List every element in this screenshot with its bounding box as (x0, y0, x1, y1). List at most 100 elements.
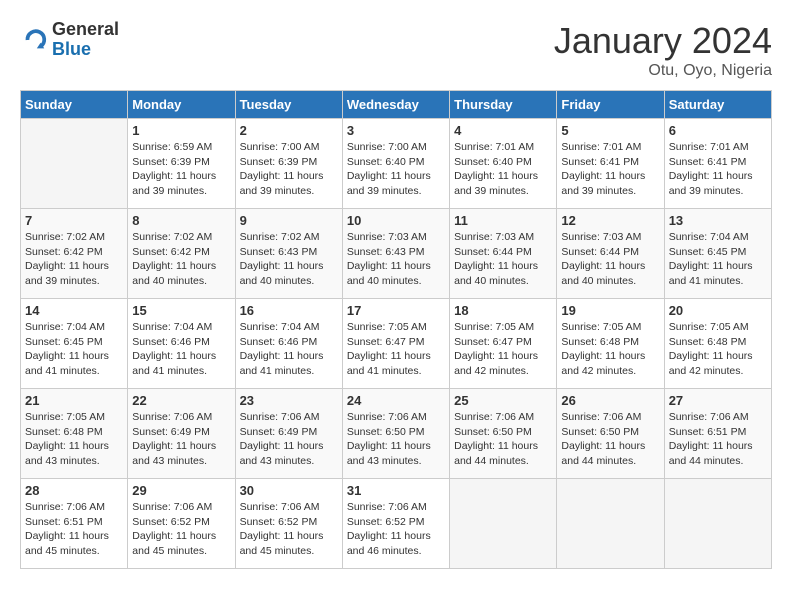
calendar-cell (557, 479, 664, 569)
column-header-tuesday: Tuesday (235, 91, 342, 119)
column-header-monday: Monday (128, 91, 235, 119)
day-info: Sunrise: 7:03 AMSunset: 6:44 PMDaylight:… (561, 230, 659, 289)
calendar-cell: 4 Sunrise: 7:01 AMSunset: 6:40 PMDaylight… (450, 119, 557, 209)
day-info: Sunrise: 7:05 AMSunset: 6:48 PMDaylight:… (561, 320, 659, 379)
calendar-cell: 31Sunrise: 7:06 AMSunset: 6:52 PMDayligh… (342, 479, 449, 569)
calendar-cell: 10 Sunrise: 7:03 AMSunset: 6:43 PMDayligh… (342, 209, 449, 299)
day-number: 7 (25, 213, 123, 228)
day-number: 28 (25, 483, 123, 498)
calendar-cell: 14 Sunrise: 7:04 AMSunset: 6:45 PMDayligh… (21, 299, 128, 389)
day-info: Sunrise: 7:05 AMSunset: 6:48 PMDaylight:… (669, 320, 767, 379)
calendar-cell: 27 Sunrise: 7:06 AMSunset: 6:51 PMDayligh… (664, 389, 771, 479)
calendar-cell: 11Sunrise: 7:03 AMSunset: 6:44 PMDayligh… (450, 209, 557, 299)
day-number: 30 (240, 483, 338, 498)
day-info: Sunrise: 7:06 AMSunset: 6:50 PMDaylight:… (347, 410, 445, 469)
column-header-thursday: Thursday (450, 91, 557, 119)
calendar-header-row: SundayMondayTuesdayWednesdayThursdayFrid… (21, 91, 772, 119)
calendar-cell: 9 Sunrise: 7:02 AMSunset: 6:43 PMDaylight… (235, 209, 342, 299)
day-number: 1 (132, 123, 230, 138)
calendar-cell: 7 Sunrise: 7:02 AMSunset: 6:42 PMDaylight… (21, 209, 128, 299)
day-number: 2 (240, 123, 338, 138)
logo-general-text: General (52, 20, 119, 40)
day-info: Sunrise: 7:04 AMSunset: 6:45 PMDaylight:… (25, 320, 123, 379)
day-info: Sunrise: 7:04 AMSunset: 6:45 PMDaylight:… (669, 230, 767, 289)
calendar-cell: 12 Sunrise: 7:03 AMSunset: 6:44 PMDayligh… (557, 209, 664, 299)
day-info: Sunrise: 7:02 AMSunset: 6:42 PMDaylight:… (25, 230, 123, 289)
calendar-cell (450, 479, 557, 569)
calendar-week-row: 21 Sunrise: 7:05 AMSunset: 6:48 PMDayligh… (21, 389, 772, 479)
calendar-cell: 1 Sunrise: 6:59 AMSunset: 6:39 PMDaylight… (128, 119, 235, 209)
calendar-cell: 6Sunrise: 7:01 AMSunset: 6:41 PMDaylight… (664, 119, 771, 209)
day-info: Sunrise: 7:03 AMSunset: 6:43 PMDaylight:… (347, 230, 445, 289)
day-info: Sunrise: 7:05 AMSunset: 6:47 PMDaylight:… (347, 320, 445, 379)
logo-blue-text: Blue (52, 40, 119, 60)
calendar-cell: 19 Sunrise: 7:05 AMSunset: 6:48 PMDayligh… (557, 299, 664, 389)
day-number: 6 (669, 123, 767, 138)
calendar-cell: 15 Sunrise: 7:04 AMSunset: 6:46 PMDayligh… (128, 299, 235, 389)
day-number: 19 (561, 303, 659, 318)
location: Otu, Oyo, Nigeria (554, 62, 772, 80)
calendar-cell: 21 Sunrise: 7:05 AMSunset: 6:48 PMDayligh… (21, 389, 128, 479)
day-number: 24 (347, 393, 445, 408)
day-info: Sunrise: 7:02 AMSunset: 6:43 PMDaylight:… (240, 230, 338, 289)
day-info: Sunrise: 7:01 AMSunset: 6:41 PMDaylight:… (561, 140, 659, 199)
logo-icon (20, 26, 48, 54)
day-number: 15 (132, 303, 230, 318)
calendar-cell (664, 479, 771, 569)
calendar-cell: 16Sunrise: 7:04 AMSunset: 6:46 PMDayligh… (235, 299, 342, 389)
day-info: Sunrise: 7:06 AMSunset: 6:50 PMDaylight:… (561, 410, 659, 469)
day-info: Sunrise: 7:06 AMSunset: 6:50 PMDaylight:… (454, 410, 552, 469)
day-number: 26 (561, 393, 659, 408)
day-info: Sunrise: 7:06 AMSunset: 6:49 PMDaylight:… (240, 410, 338, 469)
day-number: 12 (561, 213, 659, 228)
day-number: 17 (347, 303, 445, 318)
column-header-sunday: Sunday (21, 91, 128, 119)
calendar-cell: 18Sunrise: 7:05 AMSunset: 6:47 PMDayligh… (450, 299, 557, 389)
day-number: 27 (669, 393, 767, 408)
day-info: Sunrise: 7:04 AMSunset: 6:46 PMDaylight:… (132, 320, 230, 379)
calendar-cell (21, 119, 128, 209)
day-info: Sunrise: 7:06 AMSunset: 6:49 PMDaylight:… (132, 410, 230, 469)
day-number: 8 (132, 213, 230, 228)
calendar-cell: 3Sunrise: 7:00 AMSunset: 6:40 PMDaylight… (342, 119, 449, 209)
day-number: 9 (240, 213, 338, 228)
day-number: 29 (132, 483, 230, 498)
day-info: Sunrise: 7:06 AMSunset: 6:52 PMDaylight:… (240, 500, 338, 559)
day-number: 18 (454, 303, 552, 318)
day-info: Sunrise: 7:02 AMSunset: 6:42 PMDaylight:… (132, 230, 230, 289)
column-header-saturday: Saturday (664, 91, 771, 119)
logo: General Blue (20, 20, 119, 60)
calendar-week-row: 28 Sunrise: 7:06 AMSunset: 6:51 PMDayligh… (21, 479, 772, 569)
day-number: 3 (347, 123, 445, 138)
day-number: 22 (132, 393, 230, 408)
day-number: 16 (240, 303, 338, 318)
day-info: Sunrise: 7:01 AMSunset: 6:40 PMDaylight:… (454, 140, 552, 199)
calendar-week-row: 14 Sunrise: 7:04 AMSunset: 6:45 PMDayligh… (21, 299, 772, 389)
calendar-cell: 30 Sunrise: 7:06 AMSunset: 6:52 PMDayligh… (235, 479, 342, 569)
day-info: Sunrise: 7:00 AMSunset: 6:39 PMDaylight:… (240, 140, 338, 199)
calendar-cell: 13 Sunrise: 7:04 AMSunset: 6:45 PMDayligh… (664, 209, 771, 299)
calendar-cell: 2 Sunrise: 7:00 AMSunset: 6:39 PMDaylight… (235, 119, 342, 209)
page-header: General Blue January 2024 Otu, Oyo, Nige… (20, 20, 772, 80)
calendar-cell: 22 Sunrise: 7:06 AMSunset: 6:49 PMDayligh… (128, 389, 235, 479)
column-header-wednesday: Wednesday (342, 91, 449, 119)
day-number: 21 (25, 393, 123, 408)
calendar-cell: 17 Sunrise: 7:05 AMSunset: 6:47 PMDayligh… (342, 299, 449, 389)
day-info: Sunrise: 7:06 AMSunset: 6:52 PMDaylight:… (132, 500, 230, 559)
day-info: Sunrise: 7:06 AMSunset: 6:51 PMDaylight:… (669, 410, 767, 469)
day-number: 31 (347, 483, 445, 498)
day-info: Sunrise: 7:05 AMSunset: 6:48 PMDaylight:… (25, 410, 123, 469)
day-info: Sunrise: 7:06 AMSunset: 6:51 PMDaylight:… (25, 500, 123, 559)
day-info: Sunrise: 6:59 AMSunset: 6:39 PMDaylight:… (132, 140, 230, 199)
day-number: 20 (669, 303, 767, 318)
calendar-week-row: 7 Sunrise: 7:02 AMSunset: 6:42 PMDaylight… (21, 209, 772, 299)
day-number: 13 (669, 213, 767, 228)
calendar-cell: 28 Sunrise: 7:06 AMSunset: 6:51 PMDayligh… (21, 479, 128, 569)
day-number: 14 (25, 303, 123, 318)
day-number: 10 (347, 213, 445, 228)
column-header-friday: Friday (557, 91, 664, 119)
day-number: 4 (454, 123, 552, 138)
title-block: January 2024 Otu, Oyo, Nigeria (554, 20, 772, 80)
calendar-cell: 26 Sunrise: 7:06 AMSunset: 6:50 PMDayligh… (557, 389, 664, 479)
calendar-cell: 20 Sunrise: 7:05 AMSunset: 6:48 PMDayligh… (664, 299, 771, 389)
